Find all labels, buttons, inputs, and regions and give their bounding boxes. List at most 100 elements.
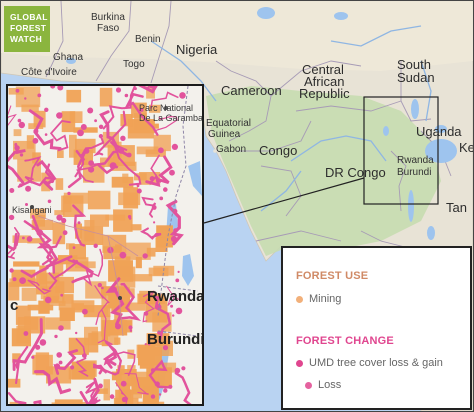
mining-concession-patch: [61, 195, 72, 213]
legend-item-loss[interactable]: Loss: [305, 379, 341, 391]
global-forest-watch-logo[interactable]: GLOBAL FOREST WATCH: [4, 6, 50, 52]
legend-panel[interactable]: FOREST USE Mining FOREST CHANGE UMD tree…: [281, 246, 472, 410]
mining-concession-patch: [114, 337, 121, 345]
mining-concession-patch: [8, 378, 21, 388]
loss-swatch: [305, 381, 312, 389]
tree-cover-loss-dot: [44, 107, 49, 112]
label-equatorial-guinea-1: Equatorial: [206, 118, 252, 129]
map-view[interactable]: GLOBAL FOREST WATCH Burkina Faso Benin G…: [0, 0, 474, 412]
label-rwanda: Rwanda: [397, 155, 434, 166]
tree-cover-loss-dot: [15, 88, 20, 93]
mining-concession-patch: [21, 287, 37, 301]
label-nigeria: Nigeria: [176, 42, 218, 57]
tree-cover-loss-dot: [47, 199, 52, 204]
tree-cover-loss-dot: [173, 228, 178, 233]
tree-cover-loss-dot: [133, 87, 137, 91]
tree-cover-loss-dot: [19, 277, 26, 284]
legend-loss-label: Loss: [318, 379, 342, 391]
tree-cover-loss-dot: [59, 112, 63, 115]
tree-cover-loss-dot: [127, 215, 132, 219]
tree-cover-loss-dot: [44, 296, 52, 304]
tree-cover-loss-dot: [62, 230, 68, 236]
mining-concession-patch: [87, 190, 111, 210]
label-gabon: Gabon: [216, 144, 247, 155]
tree-cover-loss-dot: [98, 383, 103, 389]
tree-cover-loss-dot: [126, 152, 132, 158]
tree-cover-loss-dot: [158, 147, 164, 154]
mining-concession-patch: [13, 261, 40, 267]
mining-concession-patch: [130, 224, 142, 231]
label-burkina-faso-1: Burkina: [91, 12, 125, 23]
mining-concession-patch: [139, 357, 155, 369]
tree-cover-loss-dot: [128, 325, 133, 330]
mining-concession-patch: [57, 150, 64, 158]
inset-label-burundi: Burundi: [147, 331, 204, 348]
logo-line-1: GLOBAL: [10, 12, 48, 22]
mining-concession-patch: [54, 399, 83, 404]
tree-cover-loss-dot: [14, 145, 20, 151]
tree-cover-loss-dot: [136, 184, 140, 188]
label-cote-divoire: Côte d'Ivoire: [21, 67, 77, 78]
tree-cover-loss-dot: [120, 380, 127, 387]
legend-item-mining[interactable]: Mining: [296, 293, 341, 305]
label-car-3: Republic: [299, 86, 350, 101]
tree-cover-loss-dot: [44, 133, 48, 136]
legend-mining-label: Mining: [309, 293, 342, 305]
mining-concession-patch: [15, 86, 41, 108]
tree-cover-loss-dot: [98, 124, 104, 129]
label-cameroon: Cameroon: [221, 83, 282, 98]
tree-cover-loss-dot: [129, 329, 133, 332]
tree-cover-loss-dot: [87, 107, 94, 114]
tree-cover-loss-dot: [142, 253, 148, 259]
inset-label-parc-2: De La Garamba: [139, 113, 204, 123]
inset-label-kisangani: Kisangani: [12, 205, 52, 215]
mining-concession-patch: [142, 386, 159, 404]
tree-cover-loss-dot: [143, 311, 149, 316]
tree-cover-loss-dot: [120, 135, 126, 141]
tree-cover-loss-dot: [169, 169, 175, 176]
inset-label-rwanda: Rwanda: [147, 288, 204, 305]
inset-map-canvas[interactable]: [8, 86, 202, 404]
label-benin: Benin: [135, 34, 161, 45]
tree-cover-loss-dot: [54, 334, 58, 339]
tree-cover-loss-dot: [177, 270, 180, 273]
tree-cover-loss-dot: [158, 393, 162, 396]
label-togo: Togo: [123, 59, 145, 70]
tree-cover-loss-dot: [80, 124, 87, 130]
tree-cover-loss-dot: [82, 353, 87, 358]
label-tanzania: Tan: [446, 200, 467, 215]
tree-cover-loss-dot: [33, 128, 39, 134]
tree-cover-loss-dot: [58, 325, 64, 331]
tree-cover-loss-dot: [115, 87, 122, 93]
tree-cover-loss-dot: [50, 178, 55, 184]
tree-cover-loss-dot: [175, 307, 183, 315]
mining-concession-patch: [108, 260, 133, 282]
legend-item-umd[interactable]: UMD tree cover loss & gain: [296, 357, 443, 369]
zoom-inset-map[interactable]: Parc National De La Garamba Kisangani Rw…: [6, 84, 204, 406]
logo-line-2: FOREST: [10, 23, 47, 33]
mining-concession-patch: [135, 257, 142, 269]
label-dr-congo: DR Congo: [325, 165, 386, 180]
tree-cover-loss-dot: [8, 214, 15, 221]
tree-cover-loss-dot: [77, 221, 81, 225]
tree-cover-loss-dot: [159, 196, 164, 201]
tree-cover-loss-dot: [171, 143, 178, 150]
tree-cover-loss-dot: [25, 185, 32, 192]
tree-cover-loss-dot: [44, 372, 48, 376]
tree-cover-loss-dot: [26, 236, 33, 242]
tree-cover-loss-dot: [60, 293, 64, 297]
label-uganda: Uganda: [416, 124, 462, 139]
tree-cover-loss-dot: [23, 331, 29, 336]
umd-swatch: [296, 359, 303, 367]
tree-cover-loss-dot: [9, 268, 14, 273]
mining-concession-patch: [113, 209, 133, 232]
mining-concession-patch: [62, 294, 74, 304]
tree-cover-loss-dot: [181, 366, 186, 371]
mining-concession-patch: [51, 402, 59, 404]
label-congo: Congo: [259, 143, 298, 158]
tree-cover-loss-dot: [39, 339, 47, 346]
mining-concession-patch: [13, 129, 22, 137]
tree-cover-loss-dot: [170, 235, 178, 243]
legend-forest-use-title: FOREST USE: [296, 270, 369, 282]
label-burkina-faso-2: Faso: [97, 23, 120, 34]
